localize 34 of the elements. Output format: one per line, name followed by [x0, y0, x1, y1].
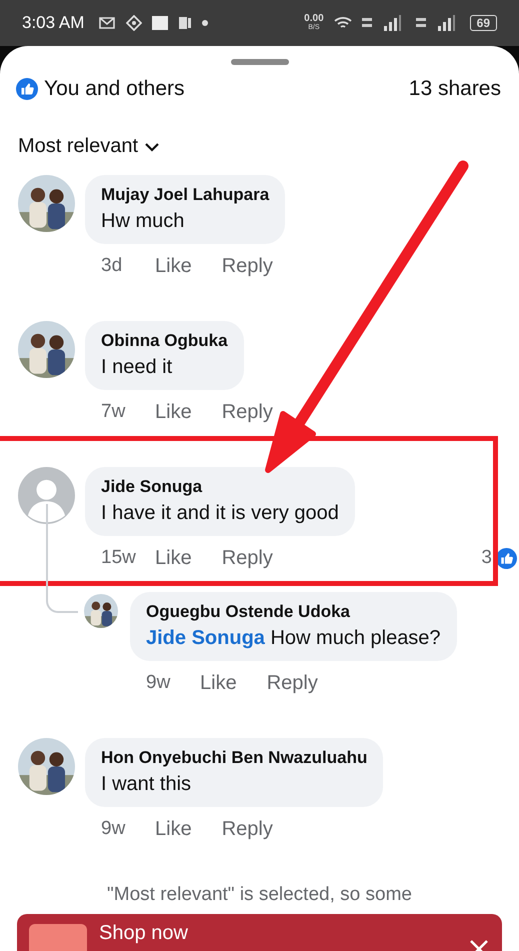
status-time: 3:03 AM [22, 13, 84, 33]
sort-notice: "Most relevant" is selected, so some [106, 884, 413, 906]
comment-text: I want this [101, 772, 192, 797]
like-button[interactable]: Like [155, 254, 192, 278]
comment-time: 15w [101, 547, 137, 569]
reply-button[interactable]: Reply [266, 672, 318, 694]
reply-button[interactable]: Reply [222, 546, 273, 570]
comment-text: I have it and it is very good [101, 501, 339, 526]
comment-text: I need it [101, 355, 174, 380]
commenter-name[interactable]: Hon Onyebuchi Ben Nwazuluahu [101, 746, 368, 770]
reactions-summary[interactable]: You and others [44, 77, 185, 101]
comment-text: Jide Sonuga How much please? [146, 626, 441, 651]
battery-level: 69 [470, 15, 497, 31]
like-button[interactable]: Like [155, 818, 192, 840]
reply-button[interactable]: Reply [222, 400, 273, 424]
like-button[interactable]: Like [155, 546, 192, 570]
like-button[interactable]: Like [200, 672, 237, 694]
sort-dropdown[interactable]: Most relevant [18, 135, 160, 158]
commenter-name[interactable]: Obinna Ogbuka [101, 329, 228, 353]
comment-time: 3d [101, 255, 124, 277]
reaction-count: 3 [481, 547, 492, 569]
comment-time: 9w [146, 672, 172, 694]
commenter-name[interactable]: Mujay Joel Lahupara [101, 183, 270, 207]
comment-time: 7w [101, 401, 126, 423]
reply-button[interactable]: Reply [222, 254, 273, 278]
comment-text: Hw much [101, 209, 186, 234]
shares-count[interactable]: 13 shares [408, 77, 501, 101]
comment-time: 9w [101, 818, 126, 840]
commenter-name[interactable]: Oguegbu Ostende Udoka [146, 600, 441, 624]
like-button[interactable]: Like [155, 400, 192, 424]
commenter-name[interactable]: Jide Sonuga [101, 475, 339, 499]
shop-banner[interactable]: Shop now [17, 914, 502, 951]
banner-title: Shop now [99, 922, 188, 945]
reply-button[interactable]: Reply [222, 818, 273, 840]
